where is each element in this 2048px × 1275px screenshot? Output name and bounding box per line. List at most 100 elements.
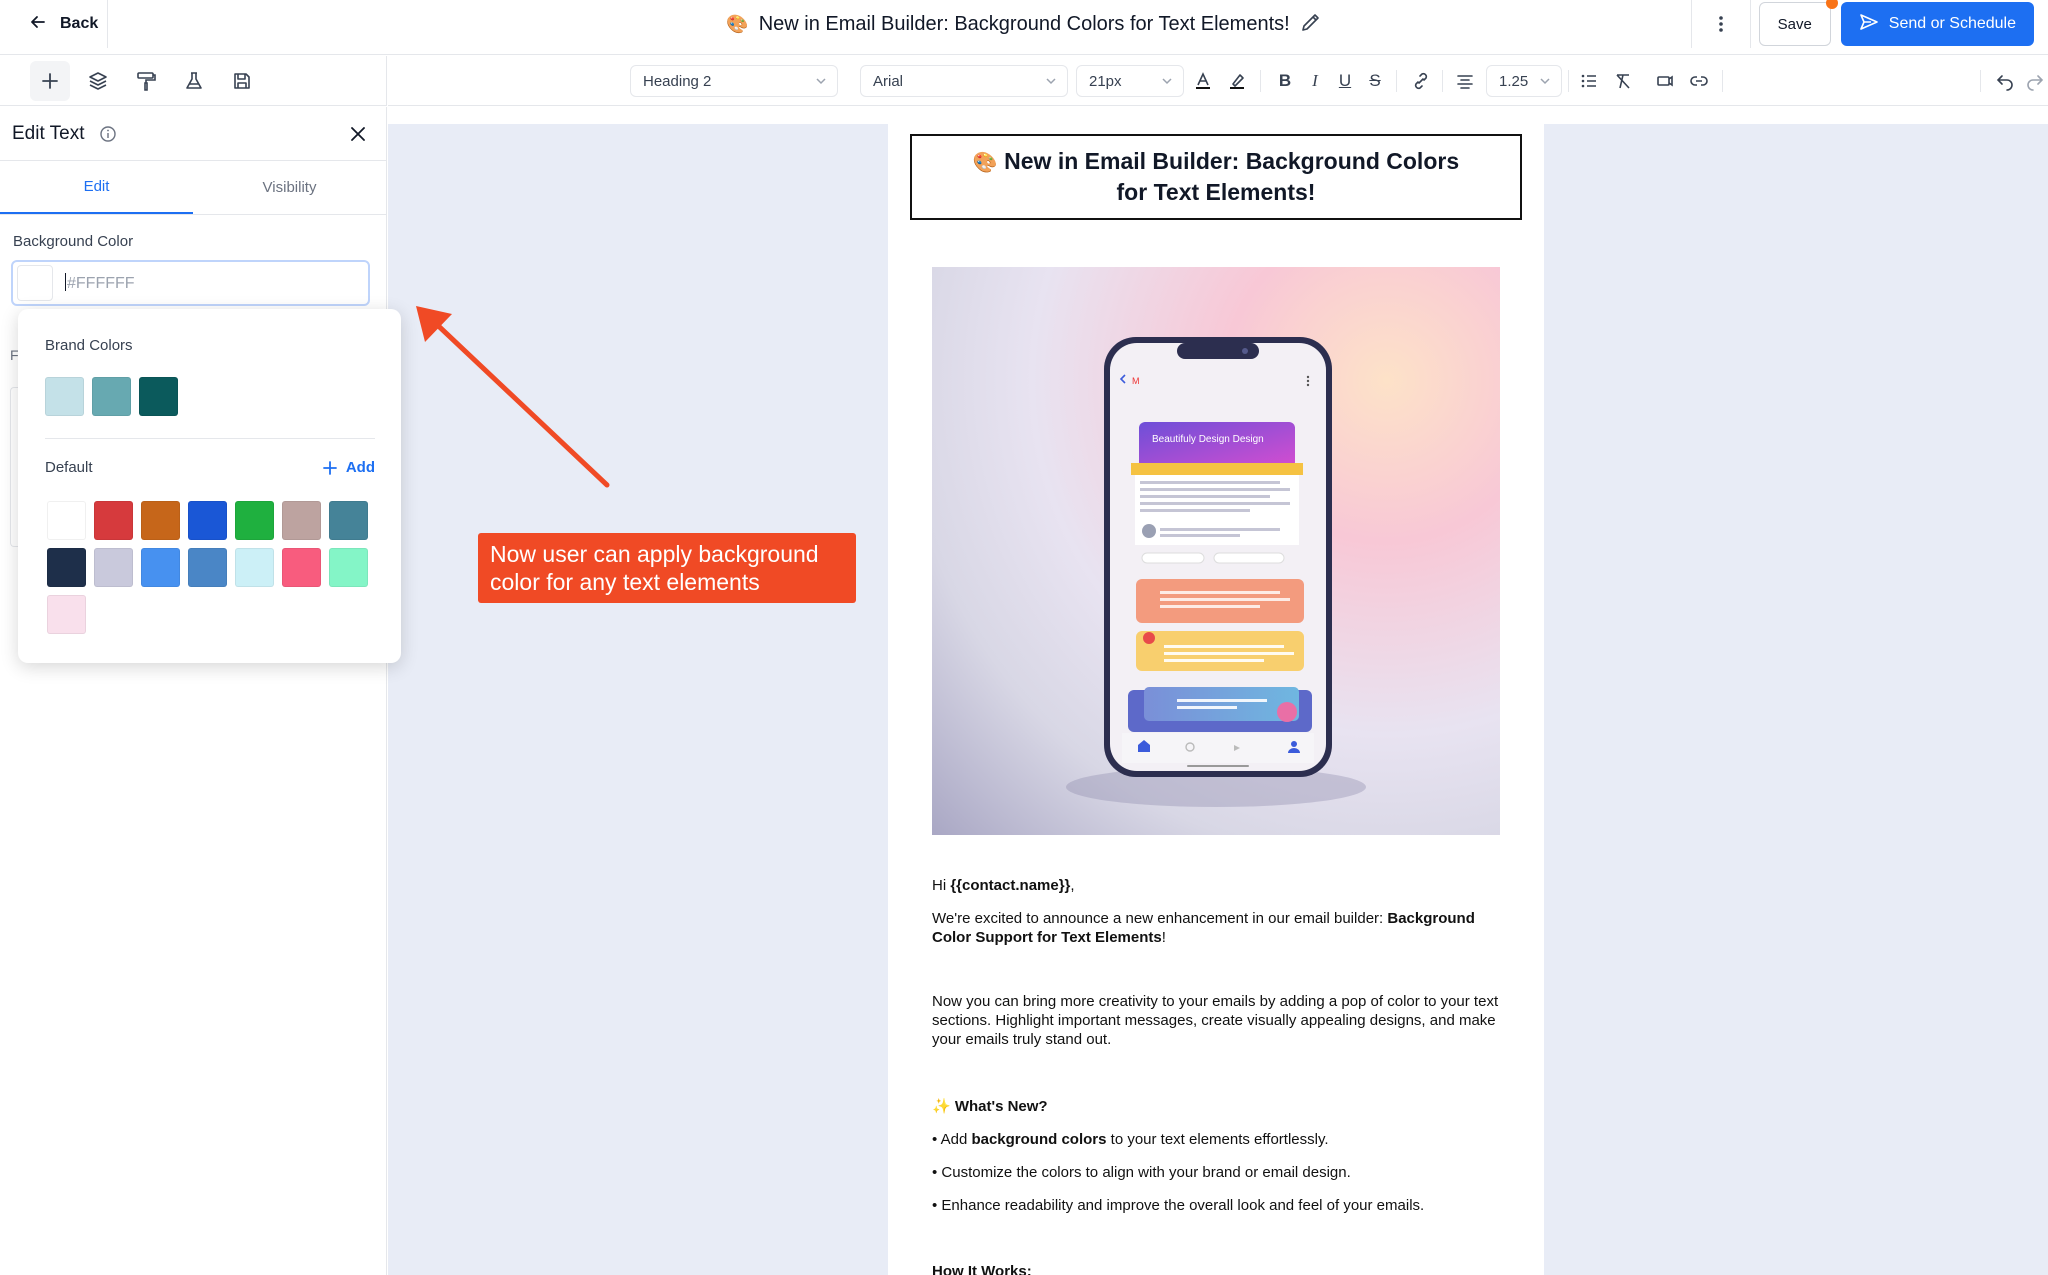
font-family-value: Arial (873, 72, 904, 90)
background-color-input[interactable]: #FFFFFF (11, 260, 370, 306)
annotation-callout: Now user can apply background color for … (478, 533, 856, 603)
default-color-swatch[interactable] (47, 548, 86, 587)
brand-color-swatch[interactable] (45, 377, 84, 416)
default-color-swatch[interactable] (188, 548, 227, 587)
chevron-down-icon (1162, 78, 1172, 85)
bullet-prefix: • Add (932, 1131, 972, 1148)
save-label: Save (1777, 15, 1812, 33)
top-bar: Back 🎨 New in Email Builder: Background … (0, 0, 2048, 55)
edit-text-panel: Edit Text Edit Visibility Background Col… (0, 107, 387, 1275)
greeting-suffix: , (1070, 877, 1075, 894)
brand-colors-label: Brand Colors (45, 337, 133, 354)
bullet-item: • Enhance readability and improve the ov… (932, 1197, 1425, 1214)
strikethrough-button[interactable]: S (1362, 68, 1388, 94)
toolbar-divider (1568, 70, 1569, 92)
block-type-select[interactable]: Heading 2 (630, 65, 838, 97)
hero-image-phone-mockup[interactable]: M Beautifuly Design Design (932, 267, 1500, 835)
default-color-swatch[interactable] (47, 595, 86, 634)
obscured-field-box (10, 387, 18, 547)
default-color-swatch[interactable] (188, 501, 227, 540)
arrow-left-icon (30, 14, 46, 35)
flask-icon[interactable] (174, 61, 214, 101)
block-type-value: Heading 2 (643, 72, 712, 90)
pencil-icon[interactable] (1300, 11, 1322, 38)
chevron-down-icon (1046, 78, 1056, 85)
toolbar-divider (1980, 70, 1981, 92)
back-button[interactable]: Back (0, 0, 108, 48)
toolbar-divider (1442, 70, 1443, 92)
bullet-bold: background colors (971, 1131, 1107, 1148)
default-color-swatch[interactable] (235, 548, 274, 587)
line-height-select[interactable]: 1.25 (1486, 65, 1562, 97)
save-button[interactable]: Save (1758, 0, 1838, 46)
color-picker-popover: Brand Colors Default Add (18, 309, 401, 663)
add-color-button[interactable]: Add (322, 459, 375, 476)
whats-new-heading: ✨ What's New? (932, 1097, 1502, 1116)
toolbar-divider (1260, 70, 1261, 92)
tab-edit[interactable]: Edit (0, 161, 193, 214)
highlight-color-icon[interactable] (1224, 68, 1250, 94)
save-template-icon[interactable] (222, 61, 262, 101)
sparkles-emoji: ✨ (932, 1098, 951, 1115)
text-color-icon[interactable] (1190, 68, 1216, 94)
default-color-swatch[interactable] (141, 548, 180, 587)
font-family-select[interactable]: Arial (860, 65, 1068, 97)
info-icon[interactable] (99, 125, 117, 143)
default-color-swatch[interactable] (282, 501, 321, 540)
brand-color-swatch[interactable] (92, 377, 131, 416)
annotation-arrow-icon (416, 306, 610, 488)
chevron-down-icon (816, 78, 826, 85)
palette-emoji: 🎨 (972, 152, 998, 174)
selected-heading-block[interactable]: 🎨 New in Email Builder: Background Color… (910, 134, 1522, 220)
default-color-swatch[interactable] (141, 501, 180, 540)
align-center-icon[interactable] (1452, 68, 1478, 94)
underline-button[interactable]: U (1332, 68, 1358, 94)
add-label: Add (345, 459, 375, 476)
divider (45, 438, 375, 439)
italic-button[interactable]: I (1302, 68, 1328, 94)
font-size-select[interactable]: 21px (1076, 65, 1184, 97)
send-or-schedule-button[interactable]: Send or Schedule (1840, 2, 2034, 46)
tab-visibility[interactable]: Visibility (193, 161, 386, 214)
phone-illustration: M Beautifuly Design Design (1066, 337, 1366, 807)
color-swatch-preview[interactable] (17, 265, 53, 301)
default-color-swatch[interactable] (47, 501, 86, 540)
close-icon[interactable] (348, 124, 368, 144)
page-title[interactable]: New in Email Builder: Background Colors … (759, 13, 1290, 36)
greeting-prefix: Hi (932, 877, 951, 894)
add-element-icon[interactable] (30, 60, 70, 101)
clear-formatting-icon[interactable] (1610, 68, 1636, 94)
layers-icon[interactable] (78, 61, 118, 101)
more-options-icon[interactable] (1692, 0, 1750, 48)
bullet-list-icon[interactable] (1576, 68, 1602, 94)
creativity-paragraph: Now you can bring more creativity to you… (932, 993, 1499, 1048)
brand-color-swatch[interactable] (139, 377, 178, 416)
intro-end: ! (1161, 929, 1166, 946)
paint-roller-icon[interactable] (126, 61, 166, 101)
how-it-works-label: How It Works: (932, 1263, 1032, 1275)
brand-colors-row (45, 377, 178, 416)
undo-icon[interactable] (1992, 68, 2018, 94)
default-color-swatch[interactable] (94, 548, 133, 587)
bold-button[interactable]: B (1272, 68, 1298, 94)
toolbar-divider (1722, 70, 1723, 92)
bullet-suffix: to your text elements effortlessly. (1106, 1131, 1329, 1148)
background-color-value[interactable]: #FFFFFF (65, 273, 135, 293)
redo-icon[interactable] (2022, 68, 2048, 94)
default-color-swatch[interactable] (235, 501, 274, 540)
default-color-swatch[interactable] (282, 548, 321, 587)
merge-field-icon[interactable] (1652, 68, 1678, 94)
divider (1749, 0, 1751, 48)
default-color-swatch[interactable] (329, 501, 368, 540)
link-icon[interactable] (1408, 68, 1434, 94)
default-color-swatch[interactable] (329, 548, 368, 587)
line-height-value: 1.25 (1499, 72, 1529, 90)
chevron-down-icon (1540, 78, 1550, 85)
default-color-swatch[interactable] (94, 501, 133, 540)
background-color-label: Background Color (13, 233, 134, 250)
unlink-icon[interactable] (1686, 68, 1712, 94)
merge-tag-contact-name: {{contact.name}} (950, 877, 1071, 894)
whats-new-label: What's New? (954, 1098, 1048, 1115)
default-colors-label: Default (45, 459, 93, 476)
panel-tabs: Edit Visibility (0, 161, 386, 215)
